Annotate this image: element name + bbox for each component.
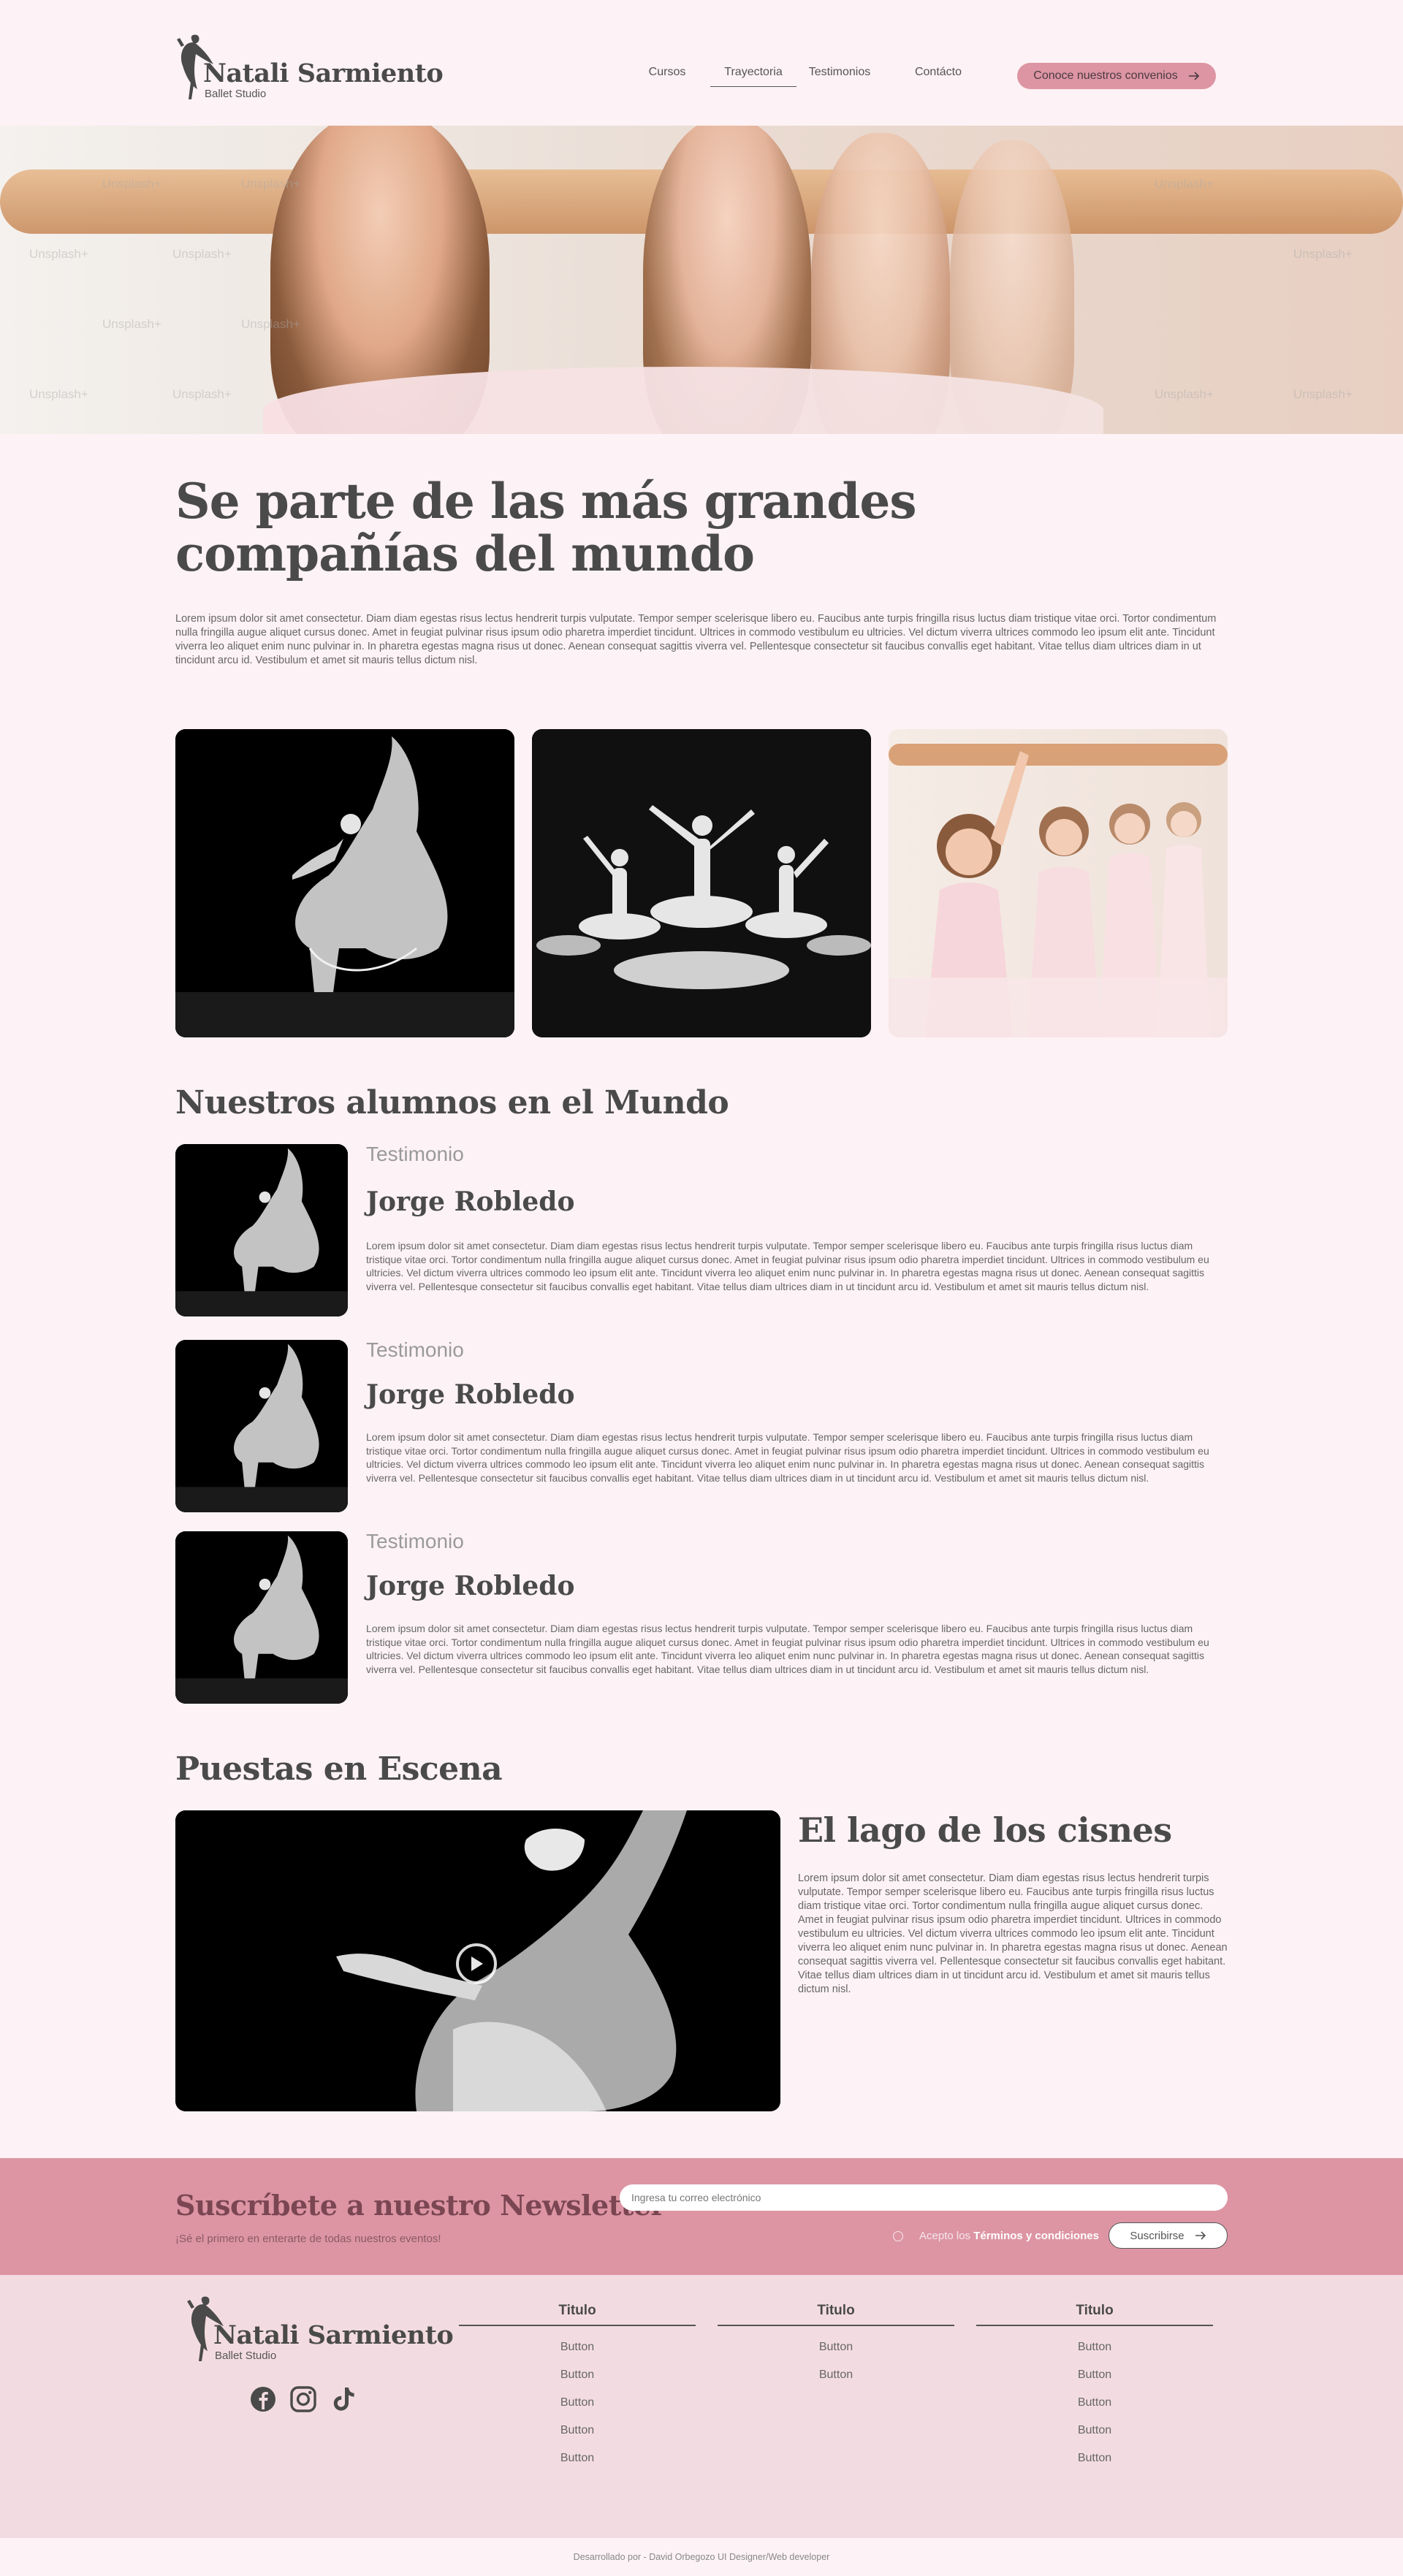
footer-brand-subtitle: Ballet Studio xyxy=(215,2350,277,2362)
newsletter-title: Suscríbete a nuestro Newsletter xyxy=(175,2189,666,2222)
hero-watermark: Unsplash+ xyxy=(241,177,300,191)
footer-link[interactable]: Button xyxy=(976,2396,1213,2409)
testimonial-text: Lorem ipsum dolor sit amet consectetur. … xyxy=(366,1623,1209,1675)
ballet-company-photo xyxy=(532,729,871,1037)
footer-link[interactable]: Button xyxy=(459,2341,696,2354)
intro-text: Lorem ipsum dolor sit amet consectetur. … xyxy=(175,613,1217,666)
footer-link[interactable]: Button xyxy=(459,2452,696,2465)
testimonial-label: Testimonio xyxy=(366,1143,464,1165)
nav-link-contacto[interactable]: Contácto xyxy=(894,66,982,87)
testimonials-title: Nuestros alumnos en el Mundo xyxy=(175,1084,729,1121)
footer-column-title: Titulo xyxy=(976,2303,1213,2326)
instagram-icon[interactable] xyxy=(289,2385,318,2414)
testimonial-photo xyxy=(175,1340,348,1512)
footer-credit: Desarrollado por - David Orbegozo UI Des… xyxy=(0,2538,1403,2576)
hero-watermark: Unsplash+ xyxy=(1293,387,1353,401)
convenios-button[interactable]: Conoce nuestros convenios xyxy=(1017,63,1216,89)
footer-logo[interactable]: Natali Sarmiento Ballet Studio xyxy=(186,2294,454,2367)
hero-watermark: Unsplash+ xyxy=(1155,177,1214,191)
footer-link[interactable]: Button xyxy=(718,2369,954,2382)
nav-links: Cursos Trayectoria Testimonios Contácto xyxy=(628,66,982,87)
arrow-right-icon xyxy=(1195,2231,1206,2240)
footer-column-title: Titulo xyxy=(459,2303,696,2326)
footer-brand-name: Natali Sarmiento xyxy=(213,2320,454,2350)
gallery-image-dancer xyxy=(175,729,514,1037)
subscribe-button[interactable]: Suscribirse xyxy=(1109,2222,1228,2249)
testimonial-label: Testimonio xyxy=(366,1530,464,1552)
convenios-button-label: Conoce nuestros convenios xyxy=(1033,69,1178,82)
play-icon xyxy=(471,1956,483,1971)
hero-watermark: Unsplash+ xyxy=(102,317,161,331)
terms-checkbox[interactable] xyxy=(893,2231,903,2241)
hero-watermark: Unsplash+ xyxy=(1293,247,1353,261)
nav-link-testimonios[interactable]: Testimonios xyxy=(796,66,883,87)
hero-watermark: Unsplash+ xyxy=(102,177,161,191)
subscribe-button-label: Suscribirse xyxy=(1130,2229,1185,2242)
arrow-right-icon xyxy=(1188,72,1199,80)
top-navigation: Natali Sarmiento Ballet Studio Cursos Tr… xyxy=(0,0,1403,126)
tiktok-icon[interactable] xyxy=(329,2385,358,2414)
dancer-photo xyxy=(175,1340,348,1512)
hero-watermark: Unsplash+ xyxy=(1155,387,1214,401)
dancer-photo xyxy=(175,1531,348,1704)
terms-text: Acepto los Términos y condiciones xyxy=(919,2230,1099,2242)
footer-column: Titulo Button Button Button Button Butto… xyxy=(976,2303,1213,2465)
testimonial-name: Jorge Robledo xyxy=(366,1186,575,1217)
footer-link[interactable]: Button xyxy=(459,2396,696,2409)
nav-link-cursos[interactable]: Cursos xyxy=(628,66,706,87)
testimonial-label: Testimonio xyxy=(366,1338,464,1361)
testimonial-photo xyxy=(175,1144,348,1316)
gallery-image-kids xyxy=(889,729,1228,1037)
hero-watermark: Unsplash+ xyxy=(172,387,232,401)
footer: Natali Sarmiento Ballet Studio Titulo Bu… xyxy=(0,2275,1403,2538)
brand-name: Natali Sarmiento xyxy=(203,58,444,88)
footer-link[interactable]: Button xyxy=(459,2424,696,2437)
brand-logo[interactable]: Natali Sarmiento Ballet Studio xyxy=(175,32,444,105)
show-description: Lorem ipsum dolor sit amet consectetur. … xyxy=(798,1872,1228,1995)
newsletter-email-input[interactable] xyxy=(620,2184,1228,2211)
video-player[interactable] xyxy=(175,1810,780,2111)
footer-link[interactable]: Button xyxy=(459,2369,696,2382)
footer-link[interactable]: Button xyxy=(976,2452,1213,2465)
hero-image: Unsplash+ Unsplash+ Unsplash+ Unsplash+ … xyxy=(0,126,1403,434)
newsletter-section: Suscríbete a nuestro Newsletter ¡Sé el p… xyxy=(0,2158,1403,2275)
footer-link[interactable]: Button xyxy=(718,2341,954,2354)
kids-class-photo xyxy=(889,744,1228,1037)
testimonial-name: Jorge Robledo xyxy=(366,1571,575,1601)
brand-subtitle: Ballet Studio xyxy=(205,88,267,100)
footer-column: Titulo Button Button xyxy=(718,2303,954,2382)
facebook-icon[interactable] xyxy=(248,2385,278,2414)
hero-watermark: Unsplash+ xyxy=(29,247,88,261)
testimonial-text: Lorem ipsum dolor sit amet consectetur. … xyxy=(366,1431,1209,1484)
play-button[interactable] xyxy=(456,1943,497,1984)
terms-prefix: Acepto los xyxy=(919,2230,971,2242)
intro-title: Se parte de las más grandes compañías de… xyxy=(175,473,917,582)
testimonial-name: Jorge Robledo xyxy=(366,1379,575,1410)
nav-link-trayectoria[interactable]: Trayectoria xyxy=(710,66,796,87)
testimonial-photo xyxy=(175,1531,348,1704)
hero-watermark: Unsplash+ xyxy=(172,247,232,261)
hero-watermark: Unsplash+ xyxy=(241,317,300,331)
footer-column-title: Titulo xyxy=(718,2303,954,2326)
puestas-title: Puestas en Escena xyxy=(175,1750,503,1788)
show-title: El lago de los cisnes xyxy=(798,1810,1172,1850)
dancer-photo xyxy=(175,1144,348,1316)
footer-column: Titulo Button Button Button Button Butto… xyxy=(459,2303,696,2465)
gallery-image-company xyxy=(532,729,871,1037)
testimonial-text: Lorem ipsum dolor sit amet consectetur. … xyxy=(366,1240,1209,1292)
dancer-photo xyxy=(175,729,514,1037)
footer-link[interactable]: Button xyxy=(976,2424,1213,2437)
hero-watermark: Unsplash+ xyxy=(29,387,88,401)
footer-link[interactable]: Button xyxy=(976,2369,1213,2382)
footer-link[interactable]: Button xyxy=(976,2341,1213,2354)
newsletter-subtitle: ¡Sé el primero en enterarte de todas nue… xyxy=(175,2233,441,2245)
terms-link[interactable]: Términos y condiciones xyxy=(973,2230,1099,2242)
